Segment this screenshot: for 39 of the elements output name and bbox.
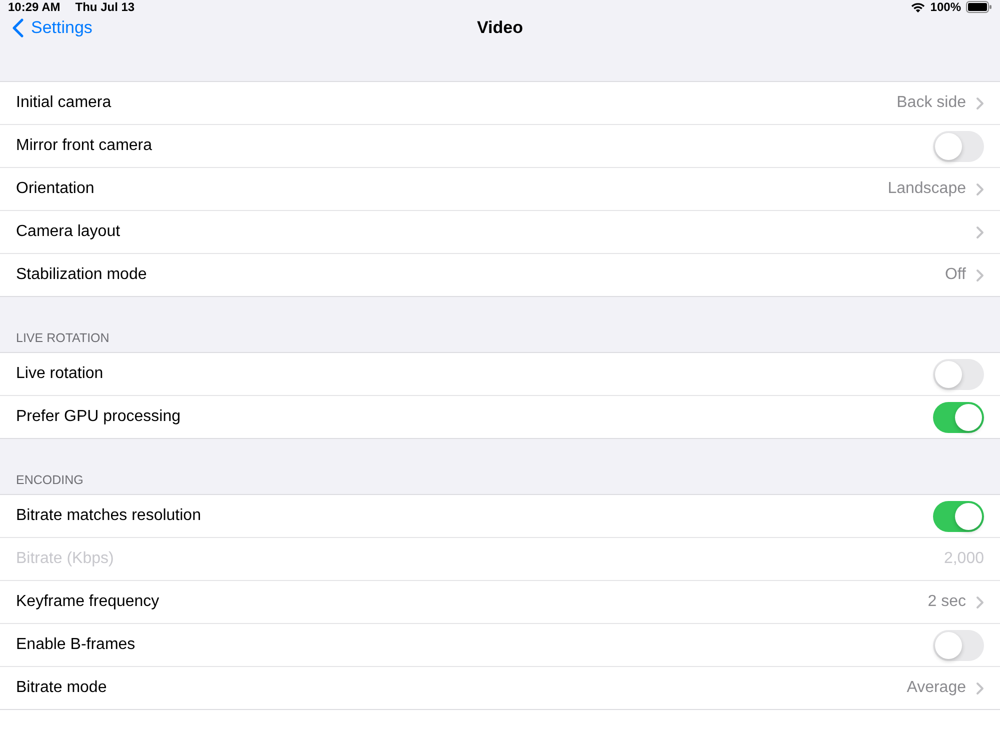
chevron-right-icon[interactable] (976, 682, 984, 694)
row-label: Live rotation (16, 365, 104, 383)
row-label: Camera layout (16, 223, 122, 241)
row-label: Keyframe frequency (16, 593, 160, 611)
row-label: Initial camera (16, 94, 112, 112)
back-button[interactable]: Settings (12, 18, 92, 38)
chevron-left-icon (12, 18, 24, 38)
status-date: Thu Jul 13 (75, 0, 135, 14)
toggle-switch[interactable] (933, 500, 984, 532)
row-label: Orientation (16, 180, 96, 198)
chevron-right-icon[interactable] (976, 226, 984, 238)
toggle-switch[interactable] (933, 402, 984, 432)
row-value: Off (944, 266, 966, 284)
status-time: 10:29 AM (8, 0, 60, 14)
row-value: 2 sec (928, 593, 966, 611)
row-label: Stabilization mode (16, 266, 148, 284)
toggle-switch[interactable] (933, 358, 984, 390)
row-value: Average (906, 679, 966, 697)
toggle-switch[interactable] (933, 130, 984, 162)
wifi-icon (911, 2, 926, 12)
section-header: LIVE ROTATION (16, 331, 110, 345)
chevron-right-icon[interactable] (976, 182, 984, 196)
chevron-right-icon[interactable] (976, 96, 984, 110)
row-label: Bitrate mode (16, 679, 108, 697)
row-label: Mirror front camera (16, 137, 154, 155)
chevron-right-icon[interactable] (976, 596, 984, 608)
row-label: Enable B-frames (16, 636, 136, 654)
row-label: Prefer GPU processing (16, 408, 182, 426)
battery-percentage: 100% (930, 0, 961, 14)
row-value: Landscape (888, 180, 966, 198)
battery-icon (966, 1, 992, 13)
page-title: Video (477, 18, 523, 38)
row-label: Bitrate matches resolution (16, 507, 202, 525)
toggle-switch[interactable] (933, 630, 984, 660)
row-value: Back side (896, 94, 966, 112)
chevron-right-icon[interactable] (976, 268, 984, 282)
row-label: Bitrate (Kbps) (16, 550, 115, 568)
row-value: 2,000 (944, 550, 984, 568)
section-header: ENCODING (16, 473, 84, 487)
